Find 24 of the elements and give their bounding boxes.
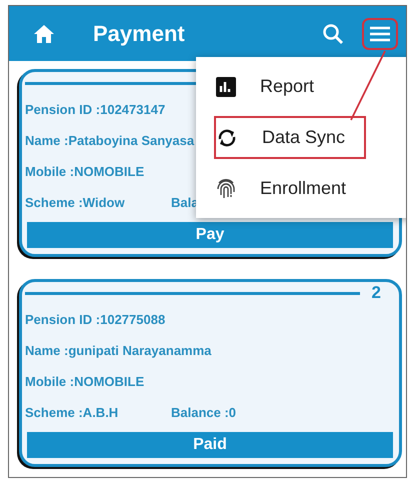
mobile-text: Mobile :NOMOBILE	[25, 163, 144, 181]
fingerprint-icon	[216, 176, 236, 200]
menu-item[interactable]: Enrollment	[196, 163, 406, 214]
sync-icon	[216, 128, 238, 148]
record-number: 2	[372, 282, 381, 304]
name-text: Name :Pataboyina Sanyasa	[25, 132, 194, 150]
report-icon	[216, 76, 236, 96]
menu-item[interactable]: Data Sync	[210, 112, 370, 163]
name-text: Name :gunipati Narayanamma	[25, 342, 212, 360]
screen-title: Payment	[93, 20, 185, 48]
action-button[interactable]: Paid	[27, 432, 393, 458]
scheme-text: Scheme :A.B.H	[25, 404, 120, 422]
pension-id-text: Pension ID :102775088	[25, 311, 166, 329]
mobile-text: Mobile :NOMOBILE	[25, 373, 144, 391]
menu-icon	[368, 24, 392, 44]
balance-text: Balance :0	[171, 404, 236, 422]
search-icon	[322, 22, 344, 44]
pension-id-text: Pension ID :102473147	[25, 101, 166, 119]
action-button[interactable]: Pay	[27, 222, 393, 248]
scheme-text: Scheme :Widow	[25, 194, 125, 212]
menu-button[interactable]	[364, 20, 396, 48]
menu-item[interactable]: Report	[196, 61, 406, 112]
home-icon	[33, 24, 55, 44]
annotation-line	[350, 50, 386, 120]
